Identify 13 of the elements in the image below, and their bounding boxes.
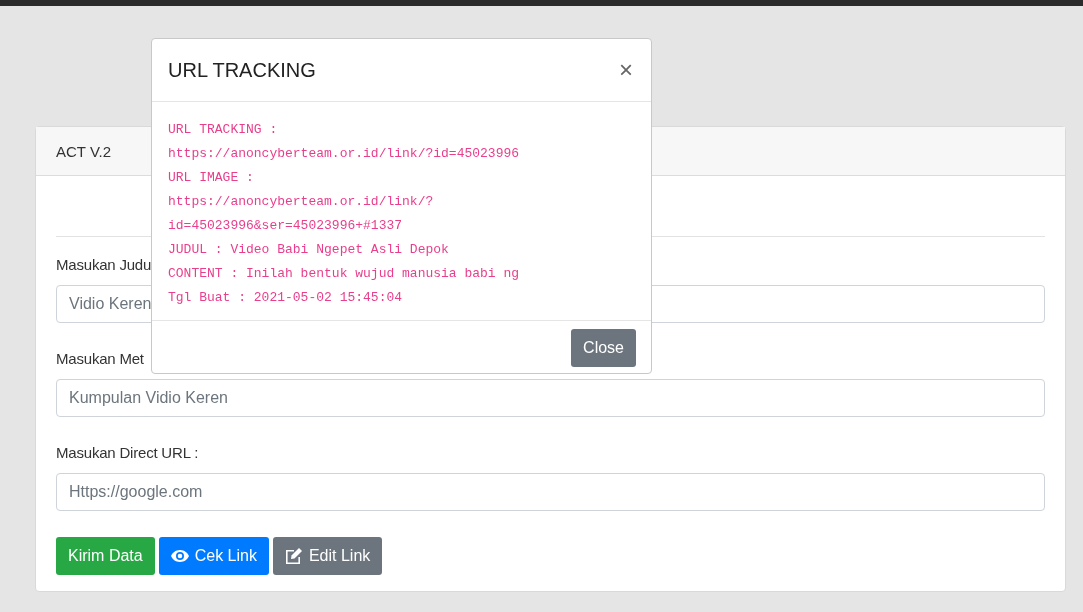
field-label: Masukan Judu	[56, 256, 152, 273]
field-label: Masukan Direct URL :	[56, 444, 199, 461]
code-line: id=45023996&ser=45023996+#1337	[168, 218, 403, 233]
modal-title: URL TRACKING	[168, 58, 316, 82]
field-label: Masukan Met	[56, 350, 144, 367]
code-line: Tgl Buat : 2021-05-02 15:45:04	[168, 290, 403, 305]
code-line: CONTENT : Inilah bentuk wujud manusia babi ng	[168, 266, 520, 281]
code-line: URL TRACKING :	[168, 122, 278, 137]
code-line: URL IMAGE :	[168, 170, 254, 185]
card-title: ACT V.2	[56, 142, 112, 160]
code-line: https://anoncyberteam.or.id/link/?	[168, 194, 434, 209]
code-line: JUDUL : Video Babi Ngepet Asli Depok	[168, 242, 449, 257]
code-line: https://anoncyberteam.or.id/link/?id=45023996	[168, 146, 520, 161]
